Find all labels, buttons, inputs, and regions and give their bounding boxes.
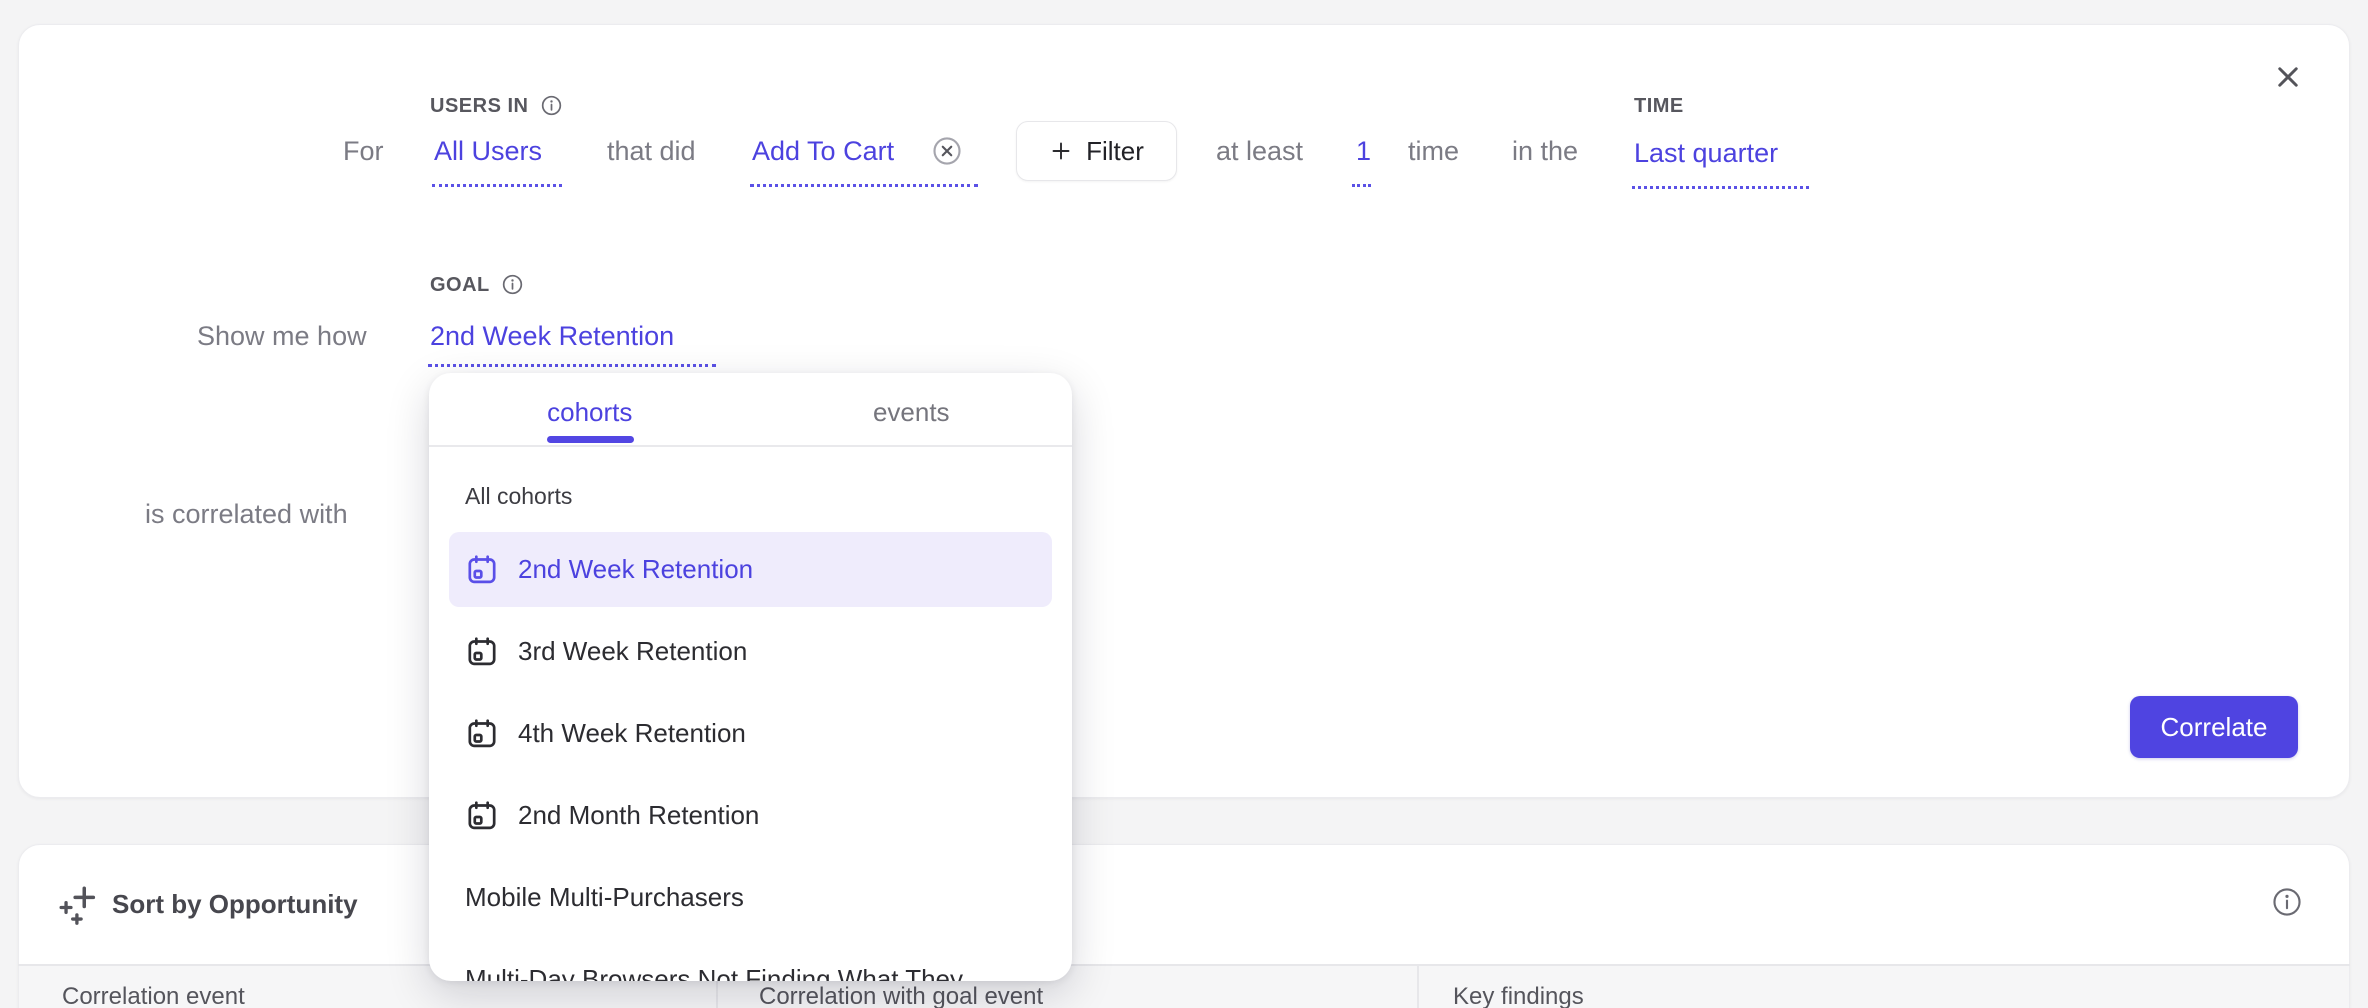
calendar-icon xyxy=(465,635,499,669)
list-item-label: 2nd Month Retention xyxy=(518,800,759,831)
all-users-link[interactable]: All Users xyxy=(434,136,542,167)
plus-icon xyxy=(1049,139,1073,163)
is-correlated-with-word: is correlated with xyxy=(145,499,348,530)
tab-events[interactable]: events xyxy=(751,373,1073,445)
in-the-word: in the xyxy=(1512,136,1578,167)
list-item-label: Mobile Multi-Purchasers xyxy=(465,882,744,913)
goal-dropdown-tabs: cohorts events xyxy=(429,373,1072,447)
sort-by-opportunity-label: Sort by Opportunity xyxy=(112,889,358,920)
time-word: time xyxy=(1408,136,1459,167)
event-link[interactable]: Add To Cart xyxy=(752,136,894,167)
list-item-label: 4th Week Retention xyxy=(518,718,746,749)
circle-x-icon xyxy=(932,136,962,166)
correlate-button[interactable]: Correlate xyxy=(2130,696,2298,758)
at-least-word: at least xyxy=(1216,136,1303,167)
correlation-builder-screen: USERS IN TIME For All Users that did Add… xyxy=(0,0,2368,1008)
results-header-band xyxy=(19,966,2349,1008)
count-underline xyxy=(1352,184,1371,187)
column-header-key-findings: Key findings xyxy=(1453,983,1584,1008)
calendar-icon xyxy=(465,553,499,587)
goal-label: GOAL xyxy=(430,274,490,297)
for-word: For xyxy=(343,136,384,167)
time-label: TIME xyxy=(1634,95,1684,118)
calendar-icon xyxy=(465,717,499,751)
all-users-underline xyxy=(432,184,562,187)
goal-info-icon[interactable] xyxy=(501,273,524,296)
goal-link[interactable]: 2nd Week Retention xyxy=(430,321,674,352)
list-item-label: 3rd Week Retention xyxy=(518,636,747,667)
close-icon xyxy=(2266,55,2310,99)
event-underline xyxy=(750,184,978,187)
time-range-link[interactable]: Last quarter xyxy=(1634,138,1778,169)
users-in-label: USERS IN xyxy=(430,95,528,118)
sort-by-opportunity-button[interactable]: Sort by Opportunity xyxy=(58,883,358,925)
list-item-cohort[interactable]: Multi-Day Browsers Not Finding What They xyxy=(449,942,1052,981)
column-header-correlation-with-goal-event: Correlation with goal event xyxy=(759,983,1043,1008)
list-item-cohort[interactable]: 2nd Month Retention xyxy=(449,778,1052,853)
column-header-correlation-event: Correlation event xyxy=(62,983,245,1008)
column-divider xyxy=(1417,966,1419,1008)
list-item-label: Multi-Day Browsers Not Finding What They xyxy=(465,964,963,981)
goal-dropdown: cohorts events All cohorts 2nd Week Rete… xyxy=(429,373,1072,981)
add-filter-button[interactable]: Filter xyxy=(1016,121,1177,181)
that-did-word: that did xyxy=(607,136,696,167)
goal-underline xyxy=(428,364,716,367)
results-info-icon[interactable] xyxy=(2271,886,2303,918)
tab-cohorts[interactable]: cohorts xyxy=(429,373,751,445)
users-in-info-icon[interactable] xyxy=(540,94,563,117)
list-item-cohort[interactable]: 4th Week Retention xyxy=(449,696,1052,771)
list-item-cohort[interactable]: Mobile Multi-Purchasers xyxy=(449,860,1052,935)
list-item-label: 2nd Week Retention xyxy=(518,554,753,585)
close-button[interactable] xyxy=(2266,55,2310,99)
show-me-how-word: Show me how xyxy=(197,321,367,352)
list-item-cohort[interactable]: 3rd Week Retention xyxy=(449,614,1052,689)
sparkle-plus-icon xyxy=(58,883,100,925)
remove-event-button[interactable] xyxy=(932,136,962,166)
calendar-icon xyxy=(465,799,499,833)
all-cohorts-section-label: All cohorts xyxy=(465,483,572,510)
list-item-cohort[interactable]: 2nd Week Retention xyxy=(449,532,1052,607)
filter-button-label: Filter xyxy=(1086,136,1144,167)
count-value[interactable]: 1 xyxy=(1356,136,1371,167)
time-range-underline xyxy=(1632,186,1809,189)
active-tab-underline xyxy=(547,436,634,443)
cohort-list: 2nd Week Retention 3rd Week Retention 4t… xyxy=(449,532,1052,981)
